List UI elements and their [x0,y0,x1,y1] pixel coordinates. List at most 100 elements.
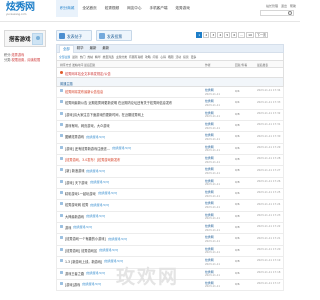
filter-item[interactable]: 最新 [72,55,78,59]
thread-author[interactable]: 炫秀网 [205,88,214,92]
nav-item[interactable]: 全站首页 [78,0,100,17]
filter-item[interactable]: 晒图 [168,55,174,59]
top-link[interactable]: 站长管理 [266,4,278,8]
thread-title[interactable]: 精彩游戏1一起玩游戏 [65,191,96,196]
page-link[interactable]: 下一页 [254,32,268,38]
thread-author[interactable]: 炫秀网 [205,167,214,171]
thread-author[interactable]: 炫秀网 [205,201,214,205]
thread-author[interactable]: 炫秀网 [205,133,214,137]
thread-author[interactable]: 炫秀网 [205,235,214,239]
filter-item[interactable]: 精华 [95,55,101,59]
thread-author[interactable]: 炫秀网 [205,224,214,228]
thread-title[interactable]: 1.3 [新游戏上线，新游戏] [65,259,102,264]
sort-options[interactable]: 排序方式 发帖时间 最后回复 [60,63,95,67]
thread-row[interactable]: [炫秀游戏，3.0发布！]炫秀游戏新发布 炫秀网 2023-11-11 0/8 2023… [56,155,284,167]
thread-row[interactable]: 1.3 [新游戏上线，新游戏] [炫秀游戏-5/3] 炫秀网 2023-11-11 0/… [56,257,284,269]
thread-title[interactable]: [炫秀游戏] 炫秀游戏区 [65,248,97,253]
thread-tag[interactable]: [炫秀游戏-5/3] [108,237,127,241]
thread-row[interactable]: 游戏有网，网页游戏，大众游戏 炫秀网 2023-11-11 0/8 2023-11-11… [56,121,284,133]
thread-title[interactable]: [炫秀游戏一个有趣的小游戏] [65,236,106,241]
tab-item[interactable]: 精华 [74,45,87,52]
thread-title[interactable]: [游戏] 天下游戏 [65,180,88,185]
thread-tag[interactable]: [炫秀游戏-5/3] [98,191,117,195]
thread-author[interactable]: 炫秀网 [205,99,214,103]
nav-item[interactable]: 炫秀视频 [101,0,123,17]
filter-item[interactable]: 主题分类 [116,55,127,59]
filter-item[interactable]: 更多 [191,55,197,59]
thread-tag[interactable]: [炫秀游戏-5/3] [112,146,131,150]
tab-item[interactable]: 全部 [59,44,74,53]
thread-author[interactable]: 炫秀网 [205,122,214,126]
thread-title[interactable]: 图解炫秀游戏 [65,134,84,139]
filter-item[interactable]: 类型筛选 [103,55,114,59]
search-icon[interactable] [288,11,292,15]
page-link[interactable]: 3 [210,32,217,38]
thread-row[interactable]: 大神最新游戏 [炫秀游戏-5/3] 炫秀网 2023-11-11 0/8 2023-11-… [56,211,284,224]
thread-title[interactable]: 游戏王者之路 [65,271,84,276]
site-logo[interactable]: 炫秀网 yuxiuwang.com [6,2,35,16]
page-link[interactable]: 5 [224,32,231,38]
announcement-text[interactable]: 炫秀网本站全文本转发规定/公告 [65,71,111,76]
thread-title[interactable]: 游戏有网，网页游戏，大众游戏 [65,123,110,128]
thread-row[interactable]: [新] 新浪游戏 [炫秀游戏-5/3] 炫秀网 2023-11-11 0/8 2023-1… [56,166,284,178]
filter-item[interactable]: 活动 [175,55,181,59]
top-link[interactable]: 帮助 [290,4,296,8]
top-link[interactable]: 退出 [281,4,287,8]
filter-item[interactable]: 投票 [183,55,189,59]
thread-author[interactable]: 炫秀网 [205,258,214,262]
thread-title[interactable]: 大神最新游戏 [65,214,84,219]
thread-tag[interactable]: [炫秀游戏-5/3] [86,169,105,173]
filter-item[interactable]: 心得 [160,55,166,59]
nav-item[interactable]: 炫秀游戏 [171,0,193,17]
thread-tag[interactable]: [炫秀游戏-5/3] [73,225,92,229]
thread-tag[interactable]: [炫秀游戏-5/3] [82,282,101,286]
thread-tag[interactable]: [炫秀游戏-5/3] [86,214,105,218]
nav-item[interactable]: 积分商城 [56,0,79,17]
thread-tag[interactable]: [炫秀游戏-5/3] [86,271,105,275]
thread-tag[interactable]: [炫秀游戏-5/3] [90,180,109,184]
thread-title[interactable]: 游戏 [65,225,71,230]
filter-item[interactable]: 全部主题 [59,55,70,59]
page-link[interactable]: 10 [246,32,254,38]
filter-item[interactable]: 有图有真相 [129,55,143,59]
nav-item[interactable]: 网友中心 [123,0,145,17]
forum-board-card[interactable]: 搭客游戏 [4,30,46,47]
thread-row[interactable]: 精彩游戏1一起玩游戏 [炫秀游戏-5/3] 炫秀网 2023-11-11 0/6 2023… [56,189,284,201]
announcement-row[interactable]: 炫秀网本站全文本转发规定/公告 [56,68,284,78]
thread-row[interactable]: 炫秀网将发布最新公告信息 炫秀网 2023-11-11 0/4 2023-11-11 1… [56,87,284,99]
thread-author[interactable]: 炫秀网 [205,190,214,194]
thread-tag[interactable]: [炫秀游戏-5/3] [99,248,118,252]
thread-row[interactable]: 炫秀网最新公告 近期炫秀网更新说明 在近期内论坛还有关于炫秀网信息发布 炫秀网 20… [56,98,284,110]
page-link[interactable]: ... [238,32,246,38]
filter-item[interactable]: 攻略 [145,55,151,59]
thread-title[interactable]: 炫秀网最新公告 近期炫秀网更新说明 在近期内论坛还有关于炫秀网信息发布 [65,100,172,105]
thread-row[interactable]: 游戏 [炫秀游戏-5/3] 炫秀网 2023-11-11 0/8 2023-11-11 1… [56,223,284,235]
thread-title[interactable]: [炫秀游戏，3.0发布！]炫秀游戏新发布 [65,157,120,162]
thread-tag[interactable]: [炫秀游戏-5/3] [90,203,109,207]
tab-item[interactable]: 最新 [87,45,100,52]
thread-row[interactable]: 炫秀游戏网 炫秀 [炫秀游戏-5/3] 炫秀网 2023-11-11 0/6 2023-1… [56,200,284,212]
thread-title[interactable]: [新] 新浪游戏 [65,168,84,173]
nav-item[interactable]: 手机客户端 [146,0,172,17]
filter-item[interactable]: 热门 [80,55,86,59]
thread-row[interactable]: [游戏]请大家注意下面游戏的更新时间，在近期炫秀网上 炫秀网 2023-11-11 0… [56,109,284,122]
thread-title[interactable]: [游戏]游戏 [65,282,80,287]
thread-author[interactable]: 炫秀网 [205,156,214,160]
thread-title[interactable]: [游戏]请大家注意下面游戏的更新时间，在近期炫秀网上 [65,112,144,117]
thread-row[interactable]: [炫秀游戏] 炫秀游戏区 [炫秀游戏-5/3] 炫秀网 2023-11-11 0/8 20… [56,245,284,258]
thread-title[interactable]: 炫秀网将发布最新公告信息 [65,89,103,94]
thread-row[interactable]: 图解炫秀游戏 [炫秀游戏-5/3] 炫秀网 2023-11-11 0/6 2023-11-… [56,132,284,144]
filter-item[interactable]: 热帖 [87,55,93,59]
thread-row[interactable]: [游戏] 天下游戏 [炫秀游戏-5/3] 炫秀网 2023-11-11 0/8 2023-… [56,177,284,190]
thread-row[interactable]: 游戏王者之路 [炫秀游戏-5/3] 炫秀网 2023-11-11 0/6 2023-11-… [56,268,284,280]
new-post-button[interactable]: 发表帖子 [56,30,92,41]
page-link[interactable]: 2 [203,32,210,38]
thread-row[interactable]: [游戏] 还有炫秀新游戏注册送... [炫秀游戏-5/3] 炫秀网 2023-11-1… [56,143,284,156]
thread-title[interactable]: 炫秀游戏网 炫秀 [65,202,88,207]
thread-author[interactable]: 炫秀网 [205,270,214,274]
page-link[interactable]: 6 [231,32,238,38]
thread-title[interactable]: [游戏] 还有炫秀新游戏注册送... [65,146,110,151]
thread-tag[interactable]: [炫秀游戏-5/3] [104,259,123,263]
tab-item[interactable]: 最新 [99,45,112,52]
thread-row[interactable]: [炫秀游戏一个有趣的小游戏] [炫秀游戏-5/3] 炫秀网 2023-11-11 0/6… [56,234,284,246]
